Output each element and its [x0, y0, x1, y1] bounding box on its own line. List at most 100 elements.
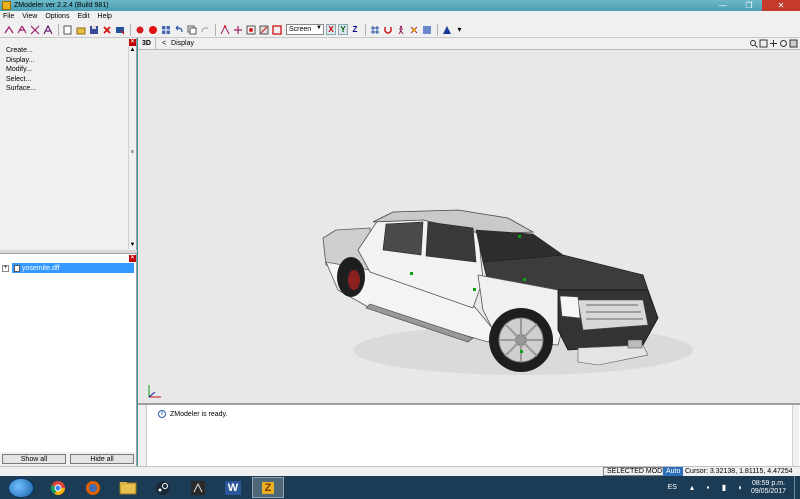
- view-type-label[interactable]: 3D: [138, 37, 156, 50]
- zmodeler-app-icon: [2, 1, 11, 10]
- chrome-taskbar-icon[interactable]: [42, 477, 74, 498]
- menu-options[interactable]: Options: [41, 13, 73, 20]
- selection-mode-icon[interactable]: [134, 24, 145, 35]
- speaker-icon[interactable]: ◖: [735, 483, 745, 493]
- menu-help[interactable]: Help: [94, 13, 116, 20]
- file-icon: [14, 264, 20, 272]
- zoom-extents-icon[interactable]: [759, 39, 768, 48]
- close-icon[interactable]: ✕: [129, 39, 136, 46]
- axis-x-toggle[interactable]: X: [326, 24, 336, 35]
- close-button[interactable]: ✕: [762, 0, 800, 11]
- command-panel: ✕ Create... Display... Modify... Select.…: [0, 38, 137, 250]
- command-list: Create... Display... Modify... Select...…: [0, 38, 136, 94]
- chevron-down-icon[interactable]: ▾: [454, 24, 465, 35]
- axis-y-toggle[interactable]: Y: [338, 24, 348, 35]
- close-icon[interactable]: ✕: [129, 255, 136, 262]
- new-file-icon[interactable]: [62, 24, 73, 35]
- tree-item-label-box[interactable]: yosemite.dff: [12, 263, 134, 273]
- rotate-tool-icon[interactable]: [29, 24, 40, 35]
- axis-z-toggle[interactable]: Z: [350, 24, 360, 35]
- delete-icon[interactable]: [101, 24, 112, 35]
- start-button[interactable]: [8, 477, 34, 498]
- chevron-left-icon[interactable]: <: [156, 40, 166, 47]
- move-tool-icon[interactable]: [16, 24, 27, 35]
- network-icon[interactable]: ▮: [719, 483, 729, 493]
- snap-icon[interactable]: [219, 24, 230, 35]
- command-surface[interactable]: Surface...: [6, 84, 136, 94]
- coordinate-mode-select[interactable]: Screen ▼: [286, 24, 324, 35]
- minimize-button[interactable]: —: [710, 0, 736, 11]
- console-scrollbar[interactable]: [792, 405, 799, 466]
- open-folder-icon[interactable]: [75, 24, 86, 35]
- vehicle-model: [322, 209, 693, 375]
- redo-icon[interactable]: [199, 24, 210, 35]
- scroll-up-icon[interactable]: ▲: [129, 47, 136, 54]
- 3d-viewport[interactable]: [138, 50, 800, 403]
- system-tray: ES ▴ ▪ ▮ ◖ 08:59 p.m. 09/05/2017: [668, 476, 800, 499]
- cursor-readout: Cursor: 3.32138, 1.81115, 4.47254: [685, 468, 793, 475]
- zmodeler-taskbar-icon[interactable]: Z: [252, 477, 284, 498]
- grid-icon[interactable]: [160, 24, 171, 35]
- select-tool-icon[interactable]: [3, 24, 14, 35]
- chevron-up-icon[interactable]: ▴: [687, 483, 697, 493]
- lock-selection-icon[interactable]: [245, 24, 256, 35]
- firefox-taskbar-icon[interactable]: [77, 477, 109, 498]
- pan-icon[interactable]: [769, 39, 778, 48]
- undo-icon[interactable]: [173, 24, 184, 35]
- main-toolbar: Screen ▼ X Y Z ▾: [0, 22, 800, 38]
- word-taskbar-icon[interactable]: W: [217, 477, 249, 498]
- menu-file[interactable]: File: [0, 13, 18, 20]
- hide-all-button[interactable]: Hide all: [70, 454, 134, 464]
- hide-icon[interactable]: [258, 24, 269, 35]
- clock[interactable]: 08:59 p.m. 09/05/2017: [751, 480, 786, 496]
- record-icon[interactable]: [147, 24, 158, 35]
- show-all-button[interactable]: Show all: [2, 454, 66, 464]
- zmodeler-label: Z: [261, 481, 275, 494]
- command-modify[interactable]: Modify...: [6, 65, 136, 75]
- tree-item[interactable]: + yosemite.dff: [2, 263, 134, 273]
- scroll-down-icon[interactable]: ▼: [129, 242, 136, 249]
- lighting-icon[interactable]: [408, 24, 419, 35]
- maximize-viewport-icon[interactable]: [789, 39, 798, 48]
- scroll-grip-icon[interactable]: ≡: [129, 149, 136, 156]
- language-indicator[interactable]: ES: [668, 484, 677, 491]
- command-create[interactable]: Create...: [6, 46, 136, 56]
- render-icon[interactable]: [114, 24, 125, 35]
- menu-bar: File View Options Edit Help: [0, 11, 800, 22]
- viewport-header: 3D < Display: [138, 37, 800, 50]
- clock-time: 08:59 p.m.: [751, 479, 786, 487]
- pivot-icon[interactable]: [232, 24, 243, 35]
- grid-snap-icon[interactable]: [369, 24, 380, 35]
- zoom-icon[interactable]: [749, 39, 758, 48]
- orbit-icon[interactable]: [779, 39, 788, 48]
- show-desktop-button[interactable]: [794, 476, 800, 499]
- menu-edit[interactable]: Edit: [73, 13, 93, 20]
- copy-icon[interactable]: [186, 24, 197, 35]
- maximize-button[interactable]: ❐: [736, 0, 762, 11]
- tree-item-label: yosemite.dff: [22, 264, 60, 272]
- windows-taskbar: W Z ES ▴ ▪ ▮ ◖ 08:59 p.m. 09/05/2017: [0, 476, 800, 499]
- expand-icon[interactable]: +: [2, 264, 9, 272]
- command-display[interactable]: Display...: [6, 56, 136, 66]
- walk-icon[interactable]: [395, 24, 406, 35]
- window-controls: — ❐ ✕: [710, 0, 800, 11]
- clock-date: 09/05/2017: [750, 487, 786, 495]
- visibility-icon[interactable]: [271, 24, 282, 35]
- magnet-icon[interactable]: [382, 24, 393, 35]
- auto-indicator[interactable]: Auto: [663, 467, 684, 476]
- command-scrollbar[interactable]: ▲ ≡ ▼: [128, 47, 135, 249]
- toolbar-separator: [215, 23, 216, 36]
- notification-icon[interactable]: ▪: [703, 483, 713, 493]
- toolbar-separator: [365, 23, 366, 36]
- status-bar: SELECTED MODE Auto Cursor: 3.32138, 1.81…: [0, 466, 800, 476]
- unreal-taskbar-icon[interactable]: [182, 477, 214, 498]
- display-label[interactable]: Display: [166, 40, 194, 47]
- render-mode-icon[interactable]: [441, 24, 452, 35]
- material-icon[interactable]: [421, 24, 432, 35]
- menu-view[interactable]: View: [18, 13, 41, 20]
- steam-taskbar-icon[interactable]: [147, 477, 179, 498]
- command-select[interactable]: Select...: [6, 75, 136, 85]
- file-explorer-taskbar-icon[interactable]: [112, 477, 144, 498]
- scale-tool-icon[interactable]: [42, 24, 53, 35]
- save-icon[interactable]: [88, 24, 99, 35]
